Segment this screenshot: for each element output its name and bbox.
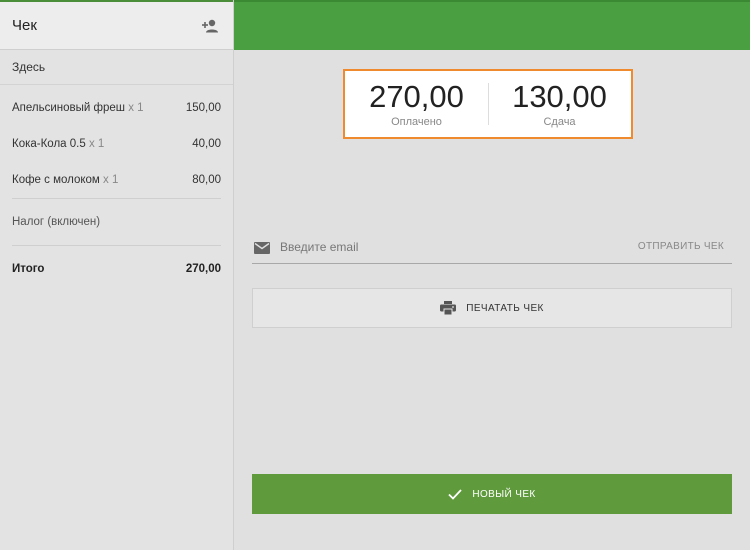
payment-summary: 270,00 Оплачено 130,00 Сдача xyxy=(343,69,633,139)
printer-icon xyxy=(440,301,457,315)
item-qty: x 1 xyxy=(88,138,105,150)
top-app-bar xyxy=(234,0,750,50)
email-input[interactable] xyxy=(280,239,630,254)
print-receipt-button[interactable]: ПЕЧАТАТЬ ЧЕК xyxy=(252,288,732,328)
receipt-item[interactable]: Апельсиновый фреш x 1 150,00 xyxy=(12,90,221,126)
item-price: 40,00 xyxy=(192,138,221,150)
receipt-title: Чек xyxy=(12,17,37,34)
new-receipt-label: НОВЫЙ ЧЕК xyxy=(472,488,536,500)
paid-cell: 270,00 Оплачено xyxy=(345,71,488,137)
receipt-items: Апельсиновый фреш x 1 150,00 Кока-Кола 0… xyxy=(0,90,233,198)
tax-label: Налог (включен) xyxy=(12,216,101,228)
change-label: Сдача xyxy=(543,116,576,128)
item-name: Кока-Кола 0.5 xyxy=(12,138,86,150)
total-label: Итого xyxy=(12,263,45,275)
check-icon xyxy=(448,488,463,500)
email-row: ОТПРАВИТЬ ЧЕК xyxy=(252,230,732,264)
mail-icon xyxy=(254,241,270,254)
item-price: 150,00 xyxy=(185,102,221,114)
dining-option[interactable]: Здесь xyxy=(0,50,233,85)
receipt-sidebar: Чек Здесь Апельсиновый фреш x 1 150,00 К… xyxy=(0,0,234,550)
send-receipt-button[interactable]: ОТПРАВИТЬ ЧЕК xyxy=(630,241,732,252)
item-name-wrap: Кофе с молоком x 1 xyxy=(12,174,118,186)
dining-option-label: Здесь xyxy=(12,60,46,74)
person-add-icon[interactable] xyxy=(199,15,221,37)
item-qty: x 1 xyxy=(128,102,144,114)
item-name-wrap: Апельсиновый фреш x 1 xyxy=(12,102,144,114)
payment-panel: 270,00 Оплачено 130,00 Сдача ОТПРАВИТЬ Ч… xyxy=(234,50,750,550)
change-cell: 130,00 Сдача xyxy=(488,71,631,137)
tax-row: Налог (включен) xyxy=(0,199,233,245)
receipt-item[interactable]: Кока-Кола 0.5 x 1 40,00 xyxy=(12,126,221,162)
change-value: 130,00 xyxy=(512,79,607,114)
total-row: Итого 270,00 xyxy=(0,246,233,292)
item-name: Кофе с молоком xyxy=(12,174,100,186)
new-receipt-button[interactable]: НОВЫЙ ЧЕК xyxy=(252,474,732,514)
paid-value: 270,00 xyxy=(369,79,464,114)
item-name-wrap: Кока-Кола 0.5 x 1 xyxy=(12,138,104,150)
sidebar-header: Чек xyxy=(0,0,233,50)
receipt-item[interactable]: Кофе с молоком x 1 80,00 xyxy=(12,162,221,198)
print-label: ПЕЧАТАТЬ ЧЕК xyxy=(466,302,544,314)
item-price: 80,00 xyxy=(192,174,221,186)
total-value: 270,00 xyxy=(185,263,221,275)
item-qty: x 1 xyxy=(103,174,119,186)
item-name: Апельсиновый фреш xyxy=(12,102,126,114)
paid-label: Оплачено xyxy=(391,116,442,128)
